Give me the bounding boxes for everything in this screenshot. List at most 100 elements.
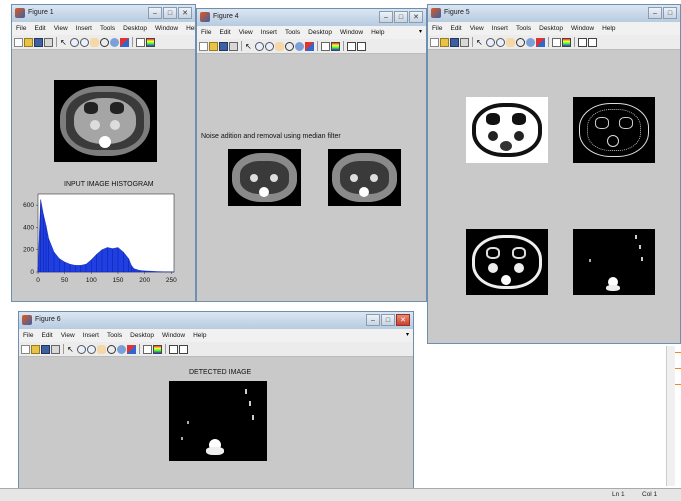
- menu-file[interactable]: File: [197, 29, 215, 36]
- menu-window[interactable]: Window: [567, 25, 598, 32]
- menu-desktop[interactable]: Desktop: [304, 29, 336, 36]
- editor-scrollbar[interactable]: [666, 346, 675, 486]
- new-figure-icon[interactable]: [199, 41, 208, 51]
- open-file-icon[interactable]: [31, 344, 40, 354]
- zoom-out-icon[interactable]: [496, 37, 505, 47]
- menu-tools[interactable]: Tools: [512, 25, 535, 32]
- edit-plot-icon[interactable]: [245, 42, 254, 51]
- brush-icon[interactable]: [127, 344, 136, 354]
- menu-view[interactable]: View: [50, 25, 72, 32]
- data-cursor-icon[interactable]: [526, 37, 535, 47]
- close-button[interactable]: ✕: [396, 314, 410, 326]
- menu-view[interactable]: View: [466, 25, 488, 32]
- zoom-out-icon[interactable]: [80, 37, 89, 47]
- menu-desktop[interactable]: Desktop: [535, 25, 567, 32]
- menu-edit[interactable]: Edit: [446, 25, 465, 32]
- print-icon[interactable]: [229, 41, 238, 51]
- menu-insert[interactable]: Insert: [72, 25, 96, 32]
- rotate-3d-icon[interactable]: [107, 344, 116, 354]
- menu-help[interactable]: Help: [598, 25, 619, 32]
- open-file-icon[interactable]: [24, 37, 33, 47]
- minimize-button[interactable]: –: [379, 11, 393, 23]
- brush-icon[interactable]: [536, 37, 545, 47]
- print-icon[interactable]: [460, 37, 469, 47]
- new-figure-icon[interactable]: [14, 37, 23, 47]
- new-figure-icon[interactable]: [430, 37, 439, 47]
- maximize-button[interactable]: □: [394, 11, 408, 23]
- maximize-button[interactable]: □: [663, 7, 677, 19]
- menu-view[interactable]: View: [235, 29, 257, 36]
- link-plot-icon[interactable]: [321, 41, 330, 51]
- chevron-down-icon[interactable]: ▾: [406, 331, 409, 338]
- new-figure-icon[interactable]: [21, 344, 30, 354]
- menu-view[interactable]: View: [57, 332, 79, 339]
- menu-window[interactable]: Window: [158, 332, 189, 339]
- pan-icon[interactable]: [90, 37, 99, 47]
- plot-browser-icon[interactable]: [357, 41, 366, 51]
- rotate-3d-icon[interactable]: [100, 37, 109, 47]
- menu-help[interactable]: Help: [367, 29, 388, 36]
- brush-icon[interactable]: [305, 41, 314, 51]
- link-plot-icon[interactable]: [552, 37, 561, 47]
- edit-plot-icon[interactable]: [67, 345, 76, 354]
- print-icon[interactable]: [51, 344, 60, 354]
- print-icon[interactable]: [44, 37, 53, 47]
- minimize-button[interactable]: –: [366, 314, 380, 326]
- menu-file[interactable]: File: [428, 25, 446, 32]
- brush-icon[interactable]: [120, 37, 129, 47]
- save-icon[interactable]: [34, 37, 43, 47]
- maximize-button[interactable]: □: [163, 7, 177, 19]
- colorbar-icon[interactable]: [331, 41, 340, 51]
- menu-insert[interactable]: Insert: [257, 29, 281, 36]
- menu-window[interactable]: Window: [151, 25, 182, 32]
- legend-icon[interactable]: [169, 344, 178, 354]
- open-file-icon[interactable]: [209, 41, 218, 51]
- menu-file[interactable]: File: [19, 332, 37, 339]
- colorbar-icon[interactable]: [146, 37, 155, 47]
- plot-browser-icon[interactable]: [179, 344, 188, 354]
- save-icon[interactable]: [450, 37, 459, 47]
- menu-insert[interactable]: Insert: [488, 25, 512, 32]
- legend-icon[interactable]: [347, 41, 356, 51]
- menu-desktop[interactable]: Desktop: [119, 25, 151, 32]
- edit-plot-icon[interactable]: [60, 38, 69, 47]
- figure5-window[interactable]: Figure 5 – □ File Edit View Insert Tools…: [427, 4, 681, 344]
- chevron-down-icon[interactable]: ▾: [419, 28, 422, 35]
- link-plot-icon[interactable]: [136, 37, 145, 47]
- open-file-icon[interactable]: [440, 37, 449, 47]
- plot-browser-icon[interactable]: [588, 37, 597, 47]
- minimize-button[interactable]: –: [648, 7, 662, 19]
- menu-help[interactable]: Help: [182, 25, 195, 32]
- figure4-titlebar[interactable]: Figure 4 – □ ✕: [197, 9, 426, 27]
- menu-insert[interactable]: Insert: [79, 332, 103, 339]
- menu-file[interactable]: File: [12, 25, 30, 32]
- close-button[interactable]: ✕: [178, 7, 192, 19]
- zoom-in-icon[interactable]: [255, 41, 264, 51]
- data-cursor-icon[interactable]: [117, 344, 126, 354]
- pan-icon[interactable]: [97, 344, 106, 354]
- legend-icon[interactable]: [578, 37, 587, 47]
- pan-icon[interactable]: [275, 41, 284, 51]
- menu-edit[interactable]: Edit: [37, 332, 56, 339]
- zoom-in-icon[interactable]: [77, 344, 86, 354]
- link-plot-icon[interactable]: [143, 344, 152, 354]
- menu-desktop[interactable]: Desktop: [126, 332, 158, 339]
- zoom-in-icon[interactable]: [70, 37, 79, 47]
- data-cursor-icon[interactable]: [110, 37, 119, 47]
- rotate-3d-icon[interactable]: [516, 37, 525, 47]
- rotate-3d-icon[interactable]: [285, 41, 294, 51]
- figure6-window[interactable]: Figure 6 – □ ✕ File Edit View Insert Too…: [18, 311, 414, 489]
- data-cursor-icon[interactable]: [295, 41, 304, 51]
- close-button[interactable]: ✕: [409, 11, 423, 23]
- zoom-out-icon[interactable]: [87, 344, 96, 354]
- figure1-titlebar[interactable]: Figure 1 – □ ✕: [12, 5, 195, 23]
- minimize-button[interactable]: –: [148, 7, 162, 19]
- menu-edit[interactable]: Edit: [30, 25, 49, 32]
- figure4-window[interactable]: Figure 4 – □ ✕ File Edit View Insert Too…: [196, 8, 427, 302]
- figure1-window[interactable]: Figure 1 – □ ✕ File Edit View Insert Too…: [11, 4, 196, 302]
- menu-help[interactable]: Help: [189, 332, 210, 339]
- figure5-titlebar[interactable]: Figure 5 – □: [428, 5, 680, 23]
- figure6-titlebar[interactable]: Figure 6 – □ ✕: [19, 312, 413, 330]
- zoom-in-icon[interactable]: [486, 37, 495, 47]
- maximize-button[interactable]: □: [381, 314, 395, 326]
